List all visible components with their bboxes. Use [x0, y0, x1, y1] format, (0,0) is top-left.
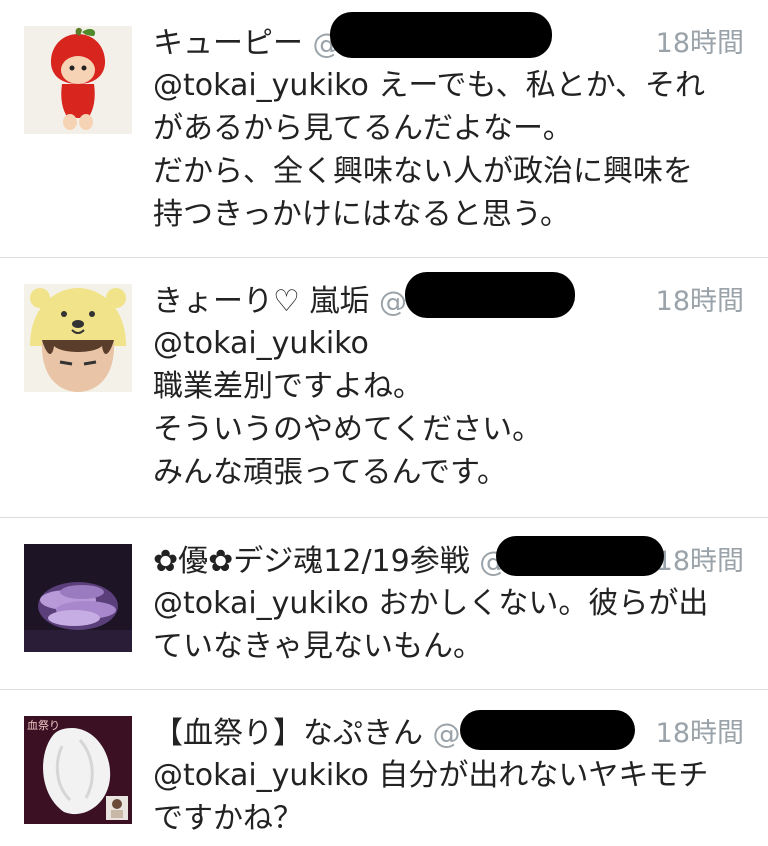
redaction-mark — [405, 272, 575, 318]
tweet-line: があるから見てるんだよなー。 — [153, 111, 573, 146]
tweet-line: だから、全く興味ない人が政治に興味を — [153, 154, 693, 189]
tweet-line: @tokai_yukiko えーでも、私とか、それ — [153, 68, 706, 103]
tweet-line: @tokai_yukiko 自分が出れないヤキモチ — [153, 758, 709, 793]
redaction-mark — [330, 12, 552, 58]
timestamp[interactable]: 18時間 — [656, 538, 744, 586]
username-handle: @ — [378, 285, 407, 318]
tweet-timeline: キューピー @ 18時間 @tokai_yukiko えーでも、私とか、それ が… — [0, 0, 768, 846]
timestamp[interactable]: 18時間 — [656, 278, 744, 326]
timestamp[interactable]: 18時間 — [656, 710, 744, 758]
avatar-caption: 血祭り — [27, 719, 60, 732]
person-bear-hat-avatar — [24, 284, 132, 392]
tweet-text: @tokai_yukiko えーでも、私とか、それ があるから見てるんだよなー。… — [153, 64, 748, 236]
tweet-item[interactable]: ✿優✿デジ魂12/19参戦 @ 18時間 @tokai_yukiko おかしくな… — [0, 518, 768, 690]
display-name[interactable]: ✿優✿デジ魂12/19参戦 @ — [153, 538, 507, 586]
tweet-text: @tokai_yukiko おかしくない。彼らが出 ていなきゃ見ないもん。 — [153, 582, 748, 668]
tweet-header: 【血祭り】なぷきん @ 18時間 — [153, 710, 744, 758]
kewpie-apple-costume-avatar — [24, 26, 132, 134]
tweet-item[interactable]: きょーり♡ 嵐垢 @ 18時間 @tokai_yukiko 職業差別ですよね。 … — [0, 258, 768, 518]
stacked-hands-avatar — [24, 544, 132, 652]
username-handle: @ — [432, 717, 461, 750]
avatar[interactable] — [24, 544, 132, 652]
tweet-line: @tokai_yukiko おかしくない。彼らが出 — [153, 586, 709, 621]
avatar[interactable] — [24, 26, 132, 134]
avatar[interactable]: 血祭り — [24, 716, 132, 824]
tweet-line: ですかね？ — [153, 801, 303, 836]
tweet-line: 職業差別ですよね。 — [153, 369, 423, 404]
tweet-line: 持つきっかけにはなると思う。 — [153, 197, 570, 232]
tweet-line: @tokai_yukiko — [153, 326, 369, 361]
tweet-line: そういうのやめてください。 — [153, 412, 543, 447]
tweet-text: @tokai_yukiko 自分が出れないヤキモチ ですかね？ — [153, 754, 748, 840]
tweet-text: @tokai_yukiko 職業差別ですよね。 そういうのやめてください。 みん… — [153, 322, 748, 494]
redaction-mark — [460, 710, 635, 750]
display-name[interactable]: きょーり♡ 嵐垢 @ — [153, 278, 407, 326]
display-name[interactable]: 【血祭り】なぷきん @ — [153, 710, 461, 758]
napkin-avatar — [24, 716, 132, 824]
avatar[interactable] — [24, 284, 132, 392]
tweet-line: ていなきゃ見ないもん。 — [153, 629, 483, 664]
timestamp[interactable]: 18時間 — [656, 20, 744, 68]
display-name[interactable]: キューピー @ — [153, 20, 341, 68]
tweet-line: みんな頑張ってるんです。 — [153, 455, 507, 490]
redaction-mark — [496, 536, 664, 576]
tweet-item[interactable]: 血祭り 【血祭り】なぷきん @ 18時間 @tokai_yukiko 自分が出れ… — [0, 690, 768, 846]
tweet-item[interactable]: キューピー @ 18時間 @tokai_yukiko えーでも、私とか、それ が… — [0, 0, 768, 258]
